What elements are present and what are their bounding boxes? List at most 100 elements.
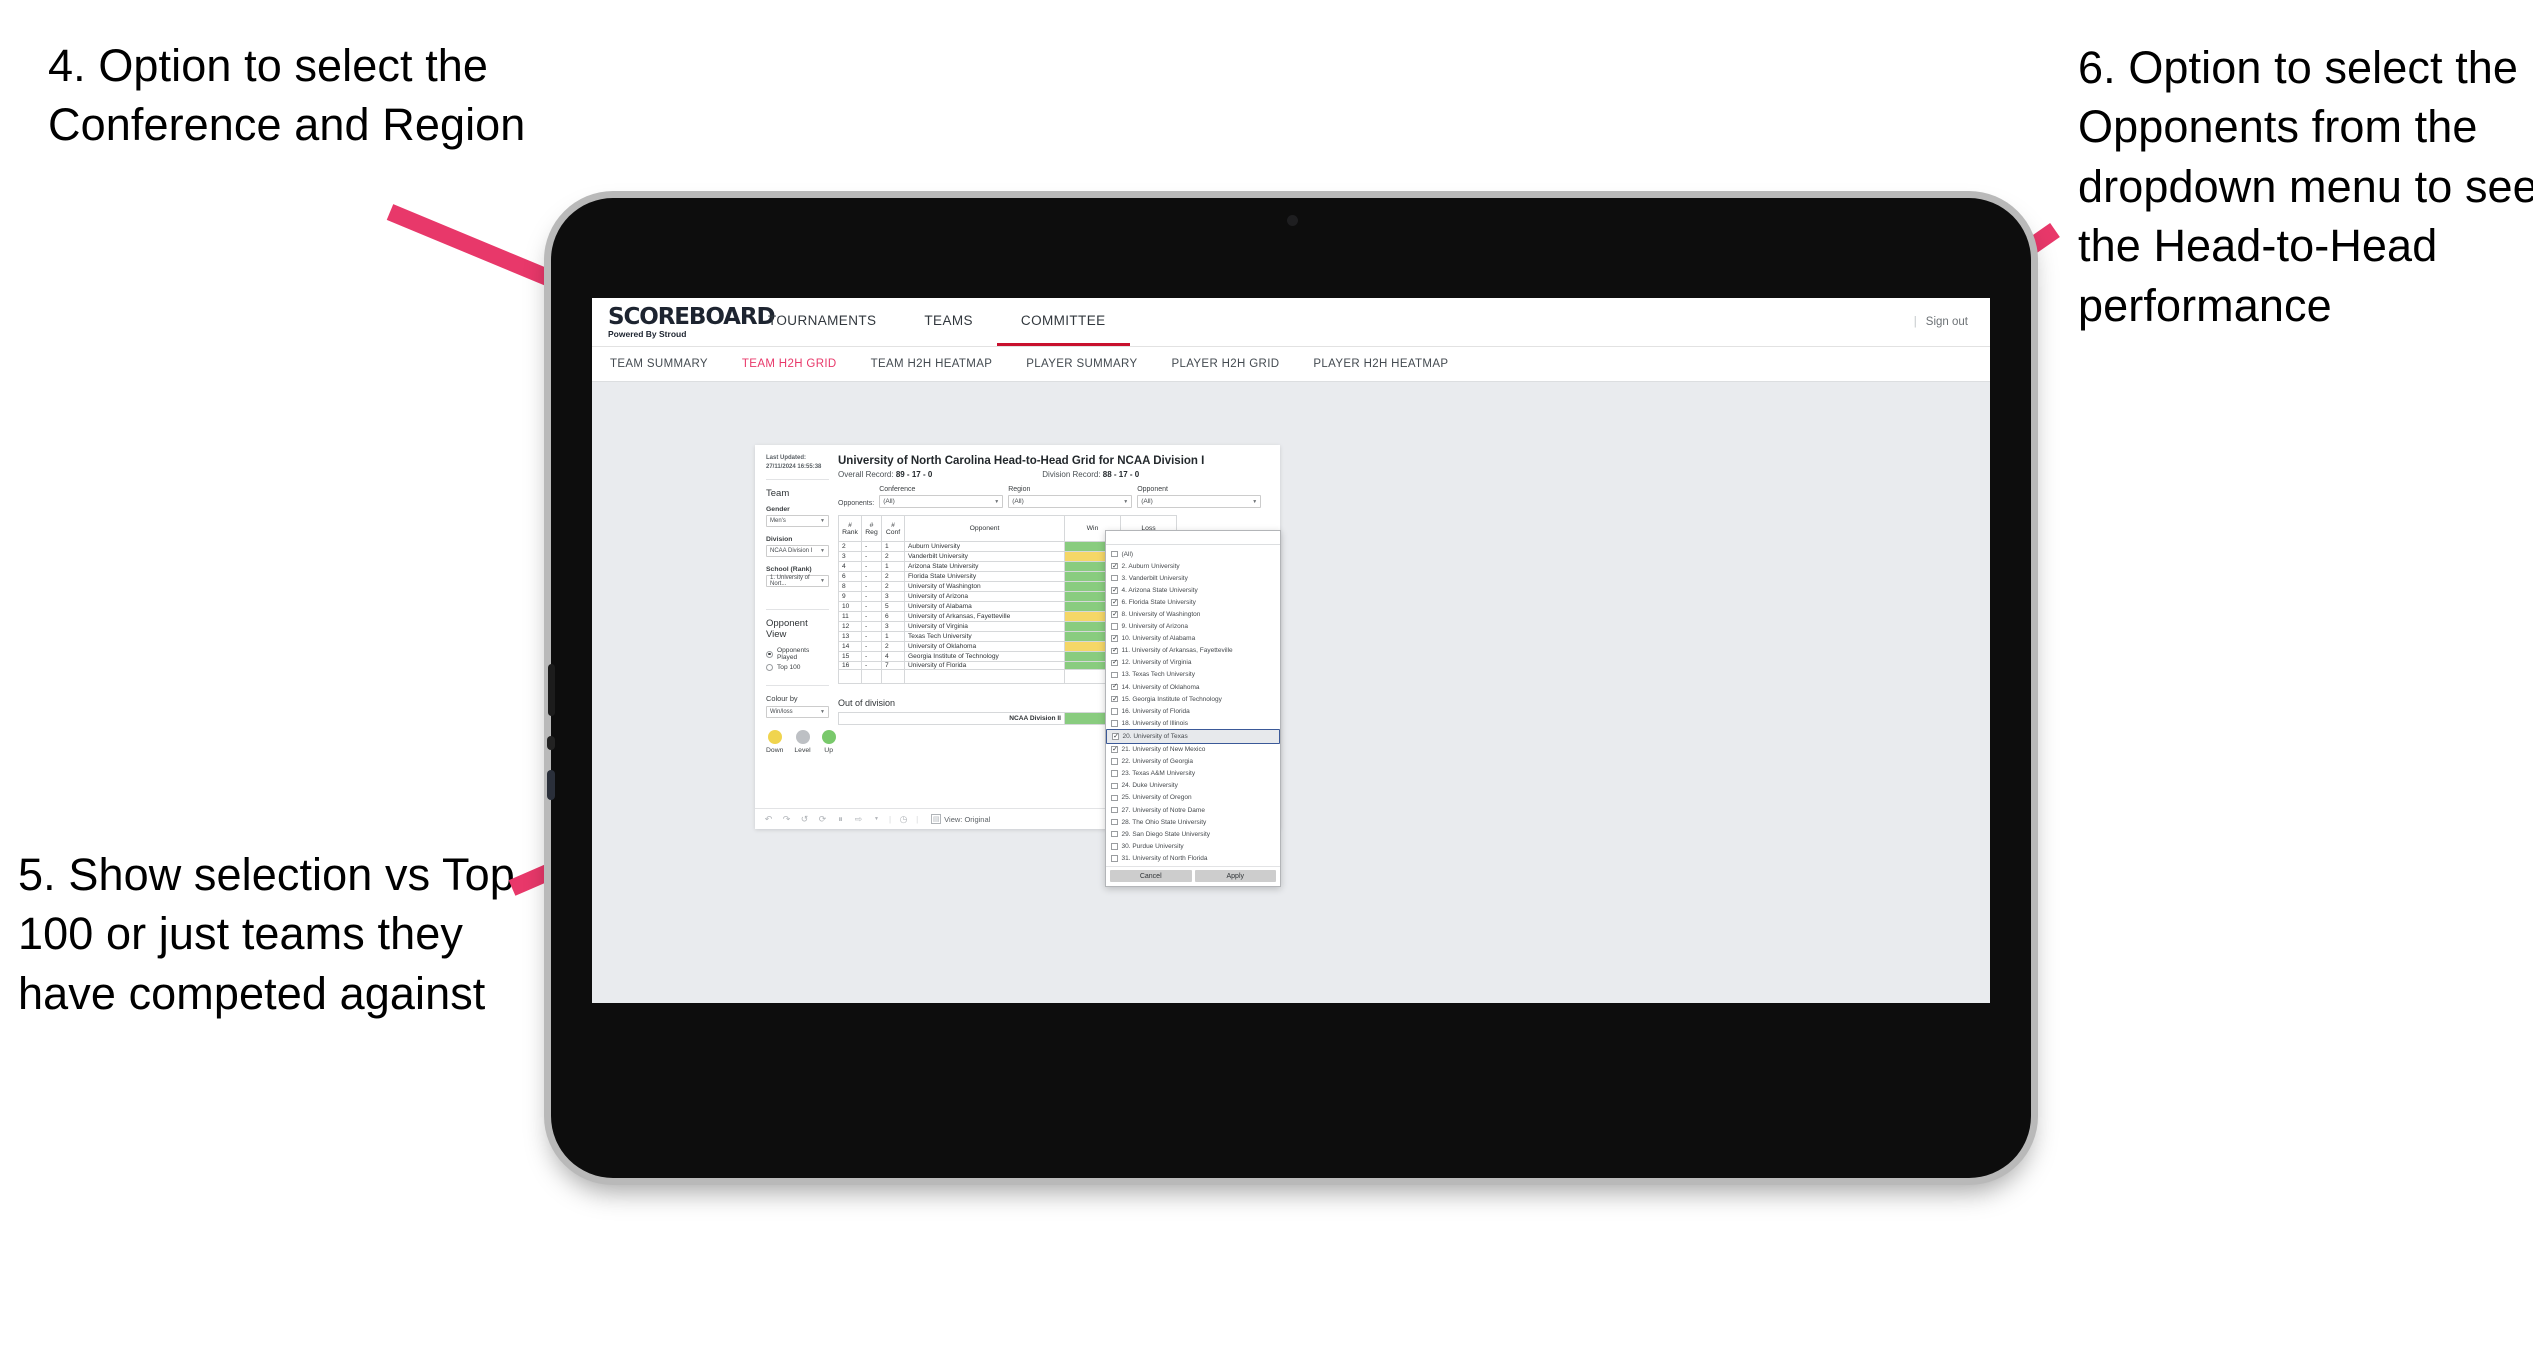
- dropdown-item[interactable]: 16. University of Florida: [1106, 705, 1280, 717]
- dropdown-item[interactable]: 6. Florida State University: [1106, 596, 1280, 608]
- checkbox-icon[interactable]: [1111, 720, 1118, 727]
- subnav-player-summary[interactable]: PLAYER SUMMARY: [1026, 358, 1137, 370]
- subnav-player-h2h-grid[interactable]: PLAYER H2H GRID: [1171, 358, 1279, 370]
- radio-opponents-played[interactable]: Opponents Played: [766, 647, 829, 661]
- checkbox-icon[interactable]: [1111, 843, 1118, 850]
- nav-committee[interactable]: COMMITTEE: [996, 298, 1130, 346]
- checkbox-icon[interactable]: [1111, 610, 1118, 618]
- region-filter-select[interactable]: (All) ▼: [1008, 495, 1133, 508]
- dropdown-item[interactable]: 4. Arizona State University: [1106, 584, 1280, 596]
- checkbox-icon[interactable]: [1111, 598, 1118, 606]
- dropdown-item[interactable]: 29. San Diego State University: [1106, 828, 1280, 840]
- opponent-filter-select[interactable]: (All) ▼: [1137, 495, 1262, 508]
- redo-icon[interactable]: ↷: [781, 814, 792, 825]
- gender-select[interactable]: Men's ▼: [766, 515, 829, 527]
- checkbox-icon[interactable]: [1111, 782, 1118, 790]
- dropdown-item[interactable]: 23. Texas A&M University: [1106, 768, 1280, 780]
- apply-button[interactable]: Apply: [1194, 870, 1276, 883]
- dropdown-item[interactable]: 12. University of Virginia: [1106, 657, 1280, 669]
- checkbox-icon[interactable]: [1112, 732, 1119, 740]
- subnav-team-h2h-grid[interactable]: TEAM H2H GRID: [742, 358, 837, 370]
- checkbox-icon[interactable]: [1111, 770, 1118, 777]
- share-icon[interactable]: ⇨: [853, 814, 864, 825]
- dropdown-item[interactable]: 10. University of Alabama: [1106, 633, 1280, 645]
- dropdown-item[interactable]: 30. Purdue University: [1106, 840, 1280, 852]
- checkbox-icon[interactable]: [1111, 562, 1118, 570]
- footer-cell: [881, 669, 905, 684]
- chevron-down-icon[interactable]: ▼: [871, 814, 882, 825]
- checkbox-icon[interactable]: [1111, 574, 1118, 582]
- radio-top-100[interactable]: Top 100: [766, 664, 829, 671]
- footer-cell: [861, 669, 882, 684]
- opponent-dropdown-menu[interactable]: (All) 2. Auburn University 3. Vanderbilt U…: [1105, 530, 1281, 888]
- division-record-value: 88 - 17 - 0: [1102, 470, 1140, 479]
- device-volume-down-button[interactable]: [547, 770, 555, 800]
- checkbox-icon[interactable]: [1111, 623, 1118, 630]
- checkbox-icon[interactable]: [1111, 634, 1118, 643]
- clock-icon[interactable]: ◷: [898, 814, 909, 825]
- dropdown-item[interactable]: 15. Georgia Institute of Technology: [1106, 693, 1280, 705]
- dropdown-item[interactable]: 31. University of North Florida: [1106, 852, 1280, 864]
- app-logo[interactable]: SCOREBOARD Powered By Stroud: [592, 305, 776, 339]
- checkbox-icon[interactable]: [1111, 695, 1118, 703]
- subnav-team-h2h-heatmap[interactable]: TEAM H2H HEATMAP: [871, 358, 993, 370]
- checkbox-icon[interactable]: [1111, 758, 1118, 765]
- dropdown-item[interactable]: 27. University of Notre Dame: [1106, 804, 1280, 816]
- row-conf: 1: [881, 561, 905, 572]
- row-conf: 1: [881, 631, 905, 642]
- division-select[interactable]: NCAA Division I ▼: [766, 545, 829, 557]
- checkbox-icon[interactable]: [1111, 855, 1118, 862]
- opponent-dropdown-search[interactable]: [1106, 531, 1280, 545]
- row-conf: 7: [881, 661, 905, 670]
- dropdown-item[interactable]: 28. The Ohio State University: [1106, 816, 1280, 828]
- dropdown-item[interactable]: 18. University of Illinois: [1106, 717, 1280, 729]
- checkbox-icon[interactable]: [1111, 818, 1118, 826]
- dropdown-item[interactable]: 9. University of Arizona: [1106, 621, 1280, 633]
- dropdown-item[interactable]: 20. University of Texas: [1106, 729, 1280, 744]
- dropdown-item[interactable]: (All): [1106, 548, 1280, 560]
- checkbox-icon[interactable]: [1111, 646, 1118, 655]
- view-original-label: View: Original: [944, 814, 991, 824]
- checkbox-icon[interactable]: [1111, 658, 1118, 667]
- checkbox-icon[interactable]: [1111, 745, 1118, 753]
- dropdown-item[interactable]: 11. University of Arkansas, Fayetteville: [1106, 645, 1280, 657]
- checkbox-icon[interactable]: [1111, 671, 1118, 679]
- pause-updates-icon[interactable]: ⏸: [835, 814, 846, 825]
- dropdown-item[interactable]: 25. University of Oregon: [1106, 792, 1280, 804]
- dropdown-item[interactable]: 8. University of Washington: [1106, 608, 1280, 620]
- nav-tournaments[interactable]: TOURNAMENTS: [744, 298, 900, 346]
- row-opponent: University of Arizona: [904, 591, 1065, 602]
- dropdown-item[interactable]: 13. Texas Tech University: [1106, 669, 1280, 681]
- cancel-button[interactable]: Cancel: [1110, 870, 1192, 883]
- checkbox-icon[interactable]: [1111, 806, 1118, 814]
- checkbox-icon[interactable]: [1111, 794, 1118, 802]
- dropdown-item[interactable]: 24. Duke University: [1106, 780, 1280, 792]
- dropdown-item[interactable]: 21. University of New Mexico: [1106, 744, 1280, 756]
- opponent-dropdown-actions: Cancel Apply: [1106, 866, 1280, 887]
- division-record-label: Division Record:: [1042, 470, 1101, 479]
- checkbox-icon[interactable]: [1111, 683, 1118, 691]
- refresh-data-icon[interactable]: ⟳: [817, 814, 828, 825]
- device-volume-up-button[interactable]: [547, 736, 555, 750]
- checkbox-icon[interactable]: [1111, 830, 1118, 838]
- row-reg: -: [861, 601, 882, 612]
- conference-filter-select[interactable]: (All) ▼: [879, 495, 1004, 508]
- checkbox-icon[interactable]: [1111, 550, 1118, 558]
- view-original-button[interactable]: ▤ View: Original: [931, 814, 990, 824]
- subnav-player-h2h-heatmap[interactable]: PLAYER H2H HEATMAP: [1313, 358, 1448, 370]
- school-select[interactable]: 1. University of Nort... ▼: [766, 575, 829, 587]
- nav-teams[interactable]: TEAMS: [900, 298, 997, 346]
- checkbox-icon[interactable]: [1111, 708, 1118, 715]
- dropdown-item[interactable]: 2. Auburn University: [1106, 560, 1280, 572]
- sign-out-link[interactable]: Sign out: [1926, 316, 1968, 328]
- undo-icon[interactable]: ↶: [763, 814, 774, 825]
- toolbar-divider: |: [889, 814, 892, 824]
- revert-icon[interactable]: ↺: [799, 814, 810, 825]
- dropdown-item[interactable]: 3. Vanderbilt University: [1106, 572, 1280, 584]
- checkbox-icon[interactable]: [1111, 586, 1118, 594]
- dropdown-item[interactable]: 14. University of Oklahoma: [1106, 681, 1280, 693]
- legend-swatch-up: [821, 730, 836, 744]
- colour-by-select[interactable]: Win/loss ▼: [766, 706, 829, 718]
- dropdown-item[interactable]: 22. University of Georgia: [1106, 756, 1280, 768]
- subnav-team-summary[interactable]: TEAM SUMMARY: [610, 358, 708, 370]
